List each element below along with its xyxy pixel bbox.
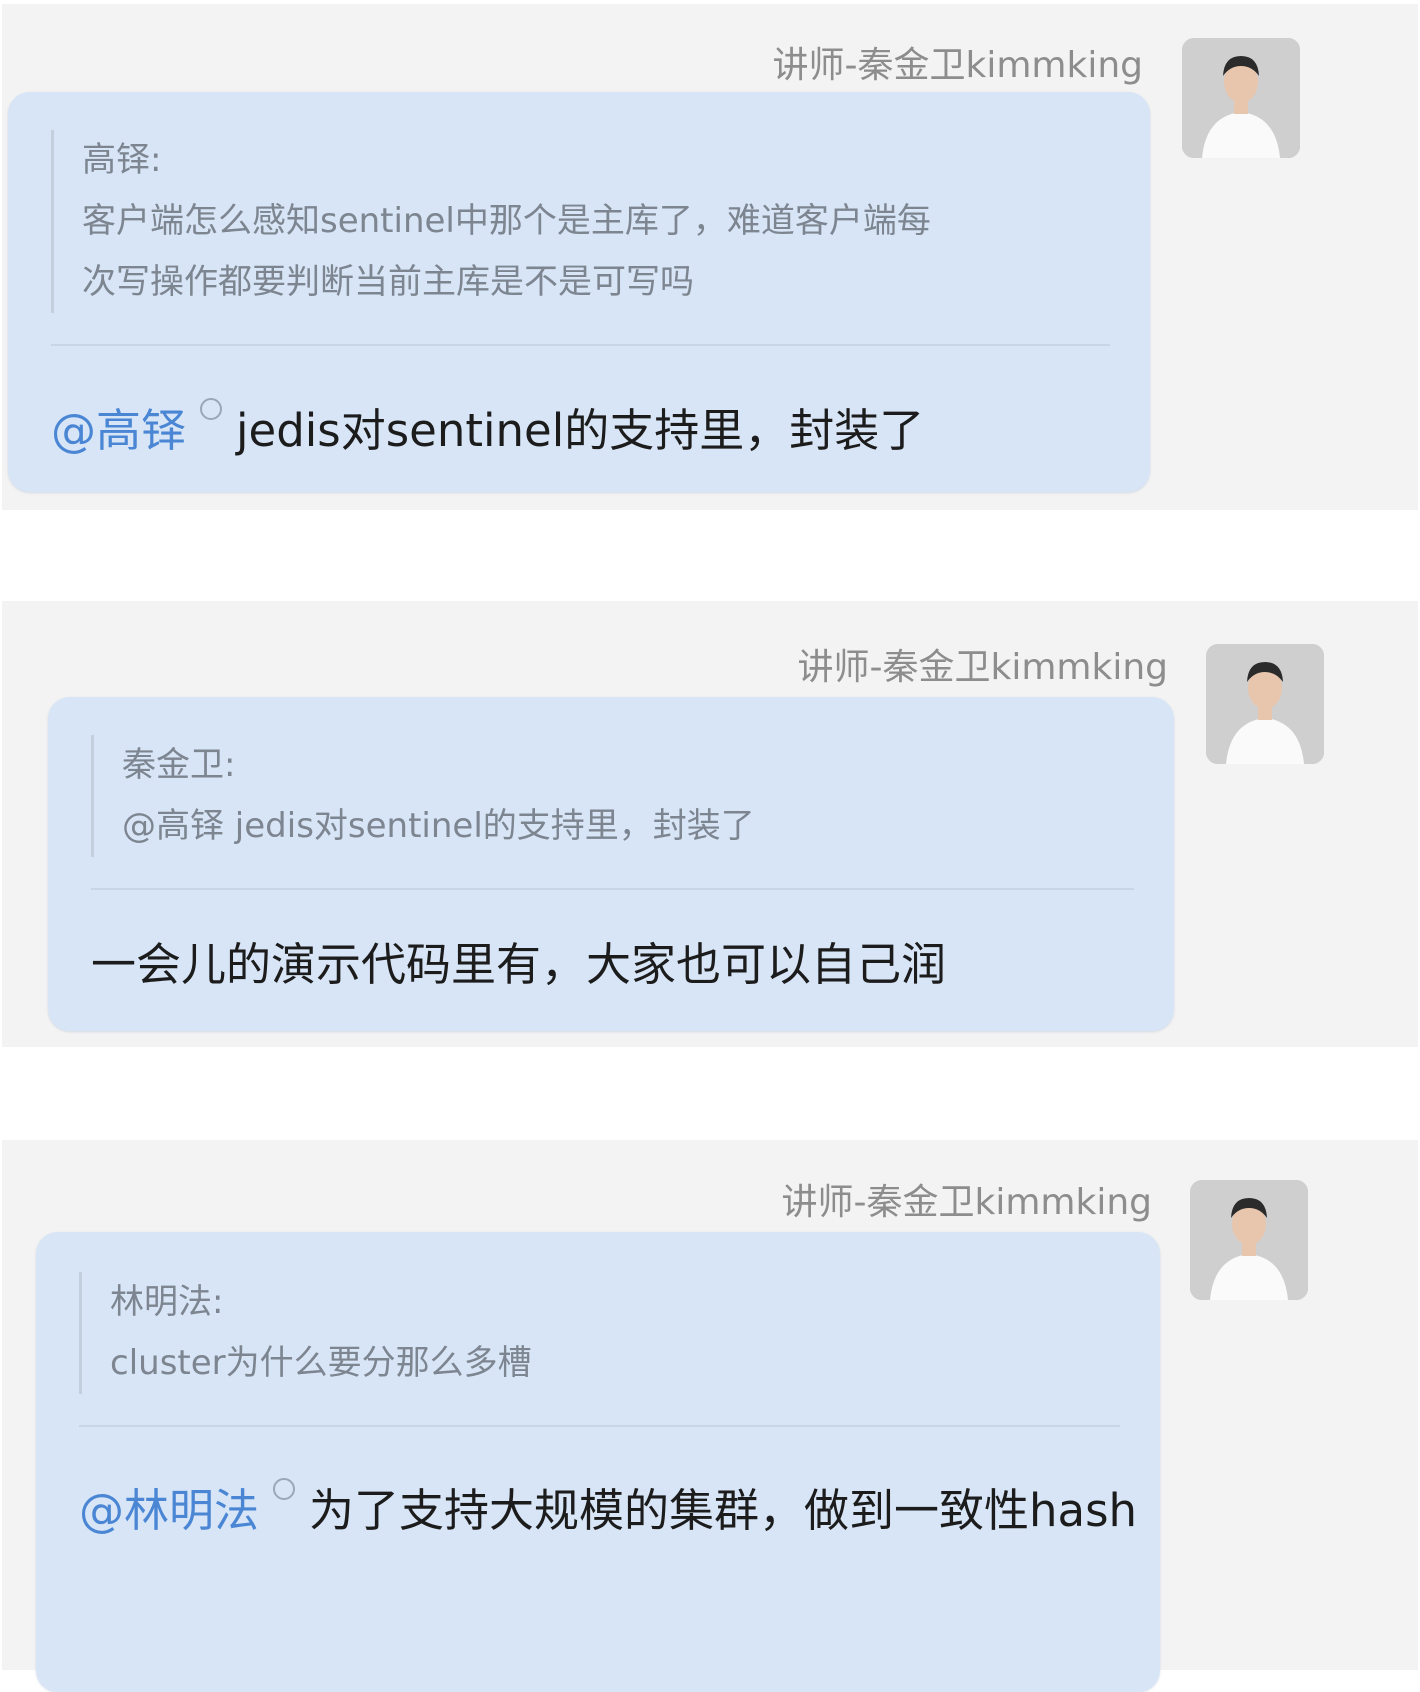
quoted-message: 高铎: 客户端怎么感知sentinel中那个是主库了，难道客户端每 次写操作都要…: [51, 130, 931, 313]
sender-name: 讲师-秦金卫kimmking: [781, 1182, 1153, 1223]
avatar-photo-icon: [1182, 38, 1300, 158]
quote-line: @高铎 jedis对sentinel的支持里，封装了: [122, 806, 755, 846]
quote-line: 客户端怎么感知sentinel中那个是主库了，难道客户端每: [82, 201, 931, 241]
reply-body: 一会儿的演示代码里有，大家也可以自己润: [91, 938, 947, 991]
quote-divider: [91, 888, 1134, 890]
reply-body: jedis对sentinel的支持里，封装了: [236, 404, 925, 457]
message-card: 讲师-秦金卫kimmking 林明法: cluster为什么要分那么多槽 @林明…: [2, 1140, 1418, 1692]
message-card: 讲师-秦金卫kimmking 秦金卫: @高铎 jedis对sentinel的支…: [2, 601, 1418, 1047]
reply-text: @林明法 为了支持大规模的集群，做到一致性hash: [79, 1478, 1137, 1533]
quote-author: 林明法:: [110, 1282, 224, 1322]
mention-status-icon: [200, 398, 223, 420]
quoted-message: 林明法: cluster为什么要分那么多槽: [79, 1272, 532, 1394]
quote-divider: [79, 1425, 1120, 1427]
message-card: 讲师-秦金卫kimmking 高铎: 客户端怎么感知sentinel中那个是主库…: [2, 4, 1418, 510]
avatar[interactable]: [1190, 1180, 1308, 1300]
avatar[interactable]: [1206, 644, 1324, 764]
message-bubble[interactable]: 秦金卫: @高铎 jedis对sentinel的支持里，封装了 一会儿的演示代码…: [48, 697, 1174, 1031]
reply-text: 一会儿的演示代码里有，大家也可以自己润: [91, 942, 946, 987]
quote-line: cluster为什么要分那么多槽: [110, 1343, 532, 1383]
sender-name: 讲师-秦金卫kimmking: [797, 647, 1169, 688]
avatar-photo-icon: [1190, 1180, 1308, 1300]
mention-status-icon: [273, 1478, 296, 1500]
avatar[interactable]: [1182, 38, 1300, 158]
quote-author: 秦金卫:: [122, 745, 236, 785]
message-bubble[interactable]: 林明法: cluster为什么要分那么多槽 @林明法 为了支持大规模的集群，做到一…: [36, 1232, 1160, 1692]
reply-body: 为了支持大规模的集群，做到一致性hash: [309, 1484, 1138, 1537]
avatar-photo-icon: [1206, 644, 1324, 764]
reply-text: @高铎 jedis对sentinel的支持里，封装了: [51, 398, 924, 453]
quote-line: 次写操作都要判断当前主库是不是可写吗: [82, 262, 694, 302]
quote-divider: [51, 344, 1110, 346]
message-bubble[interactable]: 高铎: 客户端怎么感知sentinel中那个是主库了，难道客户端每 次写操作都要…: [8, 92, 1150, 492]
quoted-message: 秦金卫: @高铎 jedis对sentinel的支持里，封装了: [91, 735, 755, 857]
mention-link[interactable]: @高铎: [51, 404, 186, 457]
sender-name: 讲师-秦金卫kimmking: [772, 45, 1144, 86]
quote-author: 高铎:: [82, 140, 162, 180]
mention-link[interactable]: @林明法: [79, 1484, 259, 1537]
